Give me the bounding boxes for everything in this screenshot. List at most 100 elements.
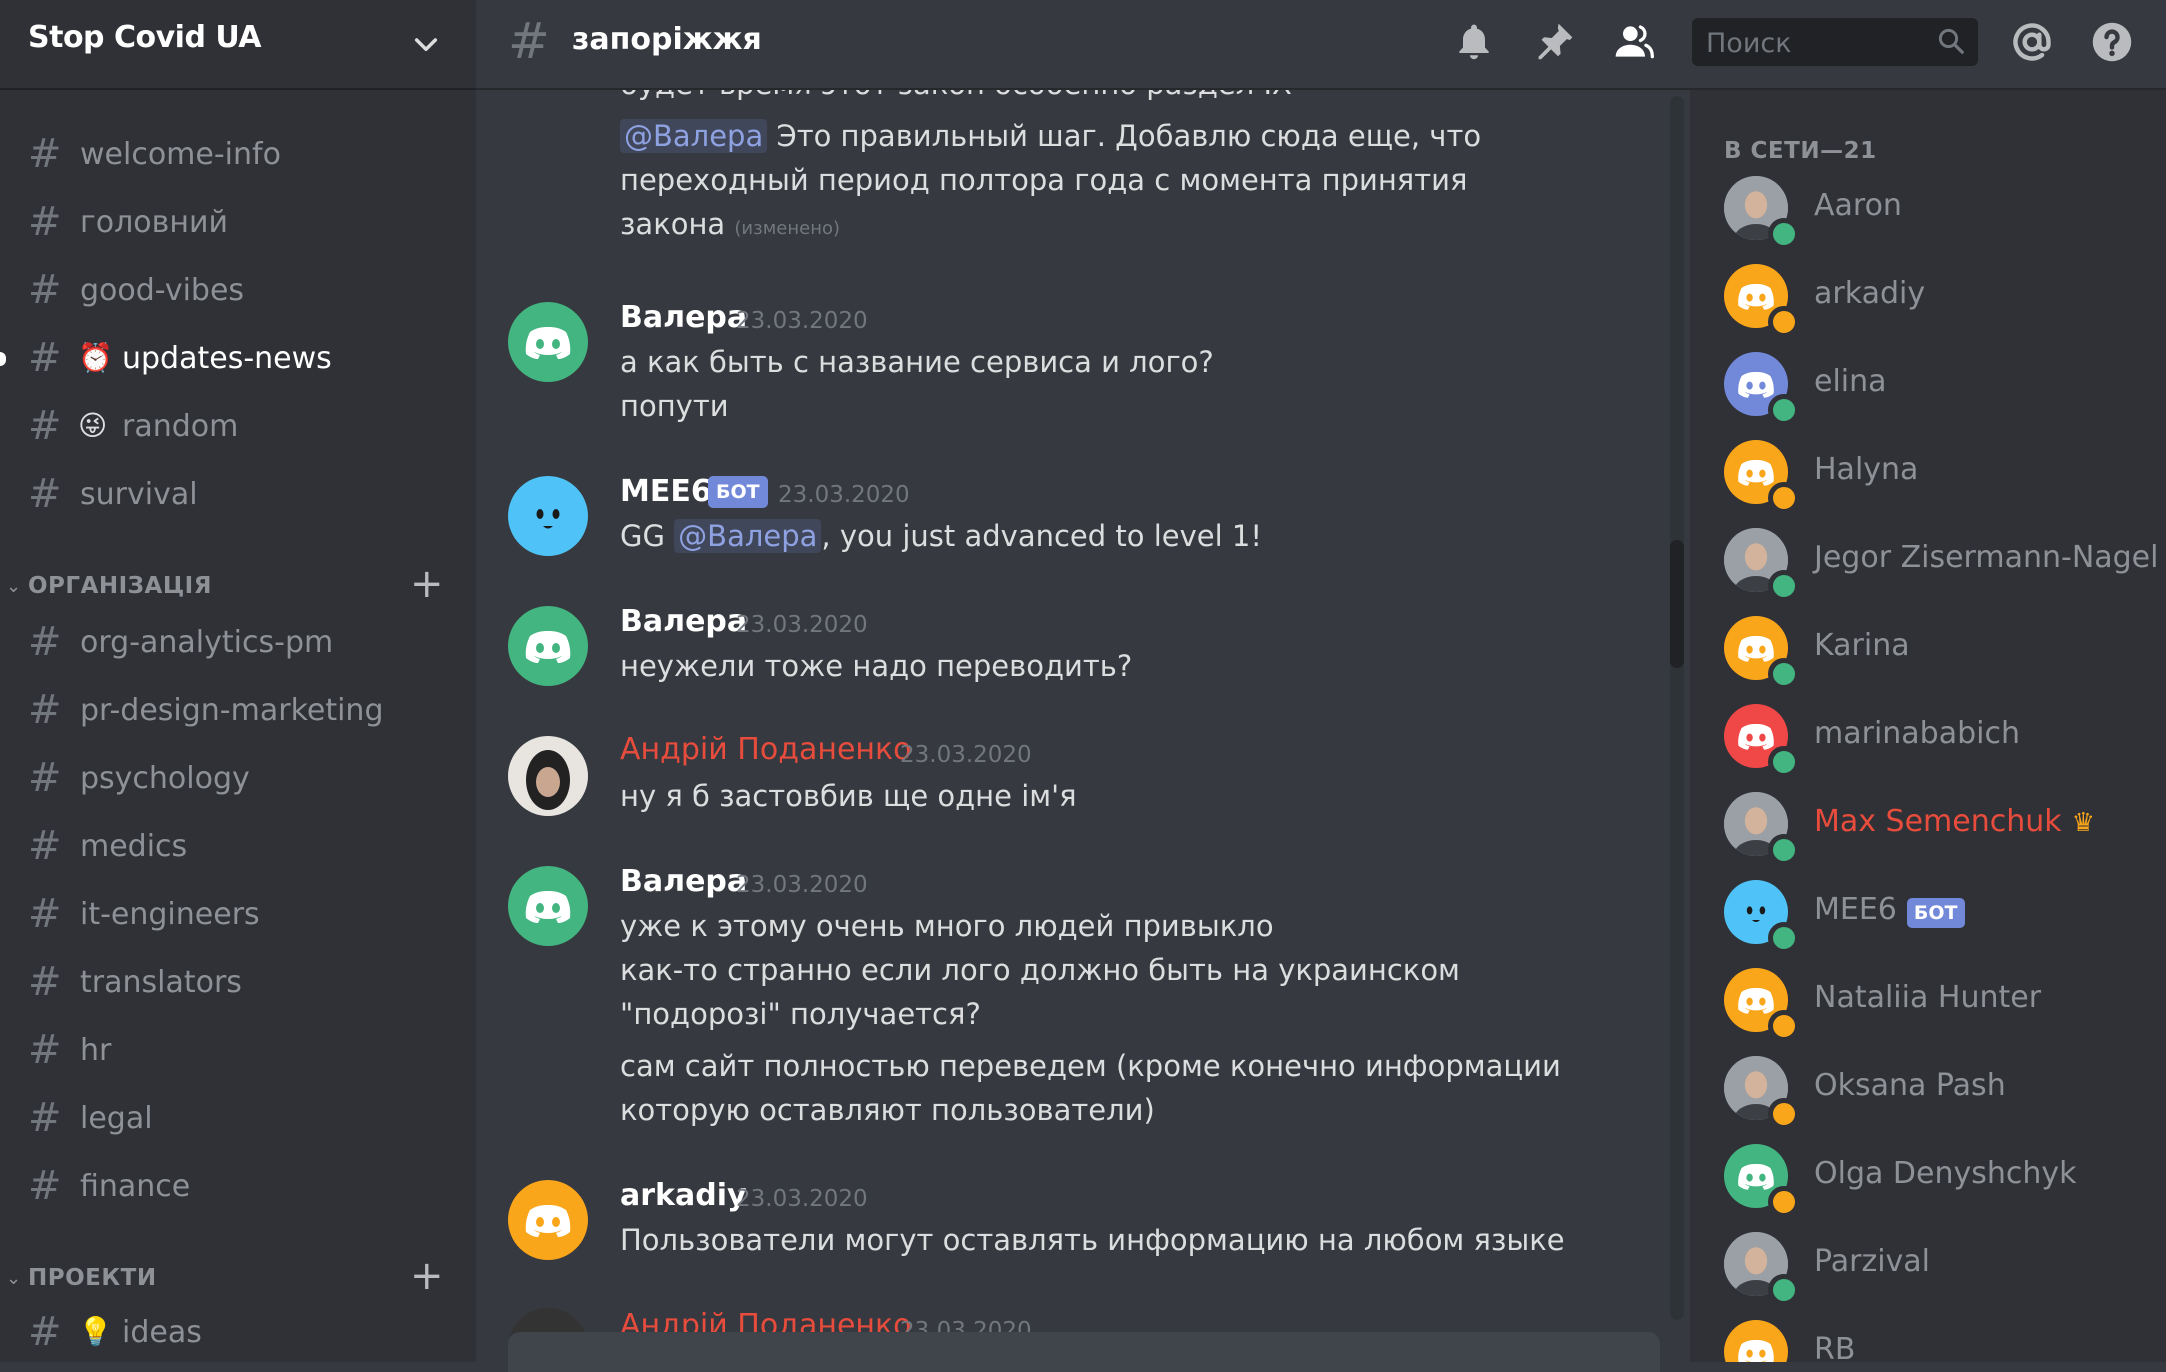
channel-label: psychology [80,761,250,796]
member-item[interactable]: elina [1724,348,2144,426]
message-text: , you just advanced to level 1! [821,519,1262,553]
add-channel-icon[interactable]: + [410,1256,444,1296]
channel-label: translators [80,965,242,1000]
members-icon[interactable] [1612,20,1656,64]
member-item[interactable]: arkadiy [1724,260,2144,338]
channel-welcome-info[interactable]: # welcome-info [28,130,448,182]
channel-legal[interactable]: # legal [28,1094,448,1146]
member-name: marinababich [1814,716,2020,751]
message-content: как-то странно если лого должно быть на … [620,953,1460,987]
user-mention[interactable]: @Валера [674,519,822,553]
channel-org-analytics-pm[interactable]: # org-analytics-pm [28,618,448,670]
member-item[interactable]: Halyna [1724,436,2144,514]
message-content: ну я б застовбив ще одне ім'я [620,779,1077,813]
hash-icon: # [28,687,62,733]
channel-label: good-vibes [80,273,245,308]
online-status-icon [1768,1274,1800,1306]
member-item[interactable]: Parzival [1724,1228,2144,1306]
message-text: закона [620,207,726,241]
message-content: будет время этот закон особенно раздел I… [620,90,1292,106]
channel-label: medics [80,829,188,864]
message-composer[interactable] [508,1332,1660,1372]
message-timestamp: 23.03.2020 [736,612,868,638]
scrollbar-track[interactable] [1670,96,1684,1320]
message-author[interactable]: Андрій Поданенко [620,732,912,767]
help-icon[interactable] [2090,20,2134,64]
avatar[interactable] [508,302,588,382]
channel-ideas[interactable]: # 💡 ideas [28,1308,448,1360]
online-status-icon [1768,922,1800,954]
member-item[interactable]: Olga Denyshchyk [1724,1140,2144,1218]
channel-survival[interactable]: # survival [28,470,448,522]
message-author[interactable]: arkadiy [620,1178,747,1213]
message-author[interactable]: Валера [620,300,747,335]
message-content: переходный период полтора года с момента… [620,163,1468,197]
search-icon[interactable] [1936,26,1966,56]
add-channel-icon[interactable]: + [410,564,444,604]
member-item[interactable]: Karina [1724,612,2144,690]
member-item[interactable]: marinababich [1724,700,2144,778]
category-label: ОРГАНІЗАЦІЯ [28,573,212,599]
channel-label: legal [80,1101,153,1136]
user-mention[interactable]: @Валера [620,119,768,153]
avatar[interactable] [508,476,588,556]
avatar[interactable] [508,1180,588,1260]
channel-psychology[interactable]: # psychology [28,754,448,806]
mention-icon[interactable] [2010,20,2054,64]
server-header[interactable]: Stop Covid UA [0,0,476,90]
category-organization[interactable]: ⌄ ОРГАНІЗАЦІЯ + [6,564,446,604]
message-content: "подорозі" получается? [620,997,981,1031]
channel-good-vibes[interactable]: # good-vibes [28,266,448,318]
channel-holovnyi[interactable]: # головний [28,198,448,250]
bell-icon[interactable] [1452,20,1496,64]
avatar[interactable] [508,606,588,686]
avatar [1724,1320,1788,1362]
unread-indicator [0,352,6,366]
member-item[interactable]: Nataliia Hunter [1724,964,2144,1042]
hash-icon: # [28,335,62,381]
message-timestamp: 23.03.2020 [736,872,868,898]
search-input[interactable] [1704,24,1928,62]
channel-it-engineers[interactable]: # it-engineers [28,890,448,942]
pin-icon[interactable] [1532,20,1576,64]
discord-logo-icon [525,1205,571,1237]
channel-hr[interactable]: # hr [28,1026,448,1078]
channel-updates-news[interactable]: # ⏰ updates-news [0,334,448,386]
crown-icon: ♛ [2071,808,2095,838]
channel-translators[interactable]: # translators [28,958,448,1010]
member-item[interactable]: MEE6 БОТ [1724,876,2144,954]
avatar[interactable] [508,866,588,946]
member-name: Parzival [1814,1244,1931,1279]
mee6-face-icon [536,509,560,529]
message-timestamp: 23.03.2020 [736,1186,868,1212]
message-author[interactable]: Валера [620,864,747,899]
channel-pr-design-marketing[interactable]: # pr-design-marketing [28,686,448,738]
scrollbar-thumb[interactable] [1670,540,1684,668]
member-item[interactable]: Aaron [1724,172,2144,250]
member-name: Max Semenchuk [1814,804,2062,839]
member-item[interactable]: Max Semenchuk ♛ [1724,788,2144,866]
hash-icon: # [28,403,62,449]
member-name: elina [1814,364,1887,399]
category-projects[interactable]: ⌄ ПРОЕКТИ + [6,1256,446,1296]
message-author[interactable]: MEE6 [620,474,712,509]
hash-icon: # [28,1309,62,1355]
hash-icon: # [508,12,550,70]
message-text: GG [620,519,675,553]
discord-logo-icon [525,891,571,923]
member-item[interactable]: RB [1724,1316,2144,1362]
alarm-clock-icon: ⏰ [78,341,113,374]
member-item[interactable]: Oksana Pash [1724,1052,2144,1130]
member-name: Jegor Zisermann-Nagel [1814,540,2159,575]
chevron-down-icon[interactable] [410,28,442,60]
member-item[interactable]: Jegor Zisermann-Nagel [1724,524,2158,602]
channel-label: finance [80,1169,191,1204]
channel-medics[interactable]: # medics [28,822,448,874]
message-author[interactable]: Валера [620,604,747,639]
channel-random[interactable]: # 😜 random [28,402,448,454]
search-box[interactable] [1692,18,1978,66]
channel-finance[interactable]: # finance [28,1162,448,1214]
avatar[interactable] [508,736,588,816]
member-name: Oksana Pash [1814,1068,2006,1103]
online-status-icon [1768,746,1800,778]
